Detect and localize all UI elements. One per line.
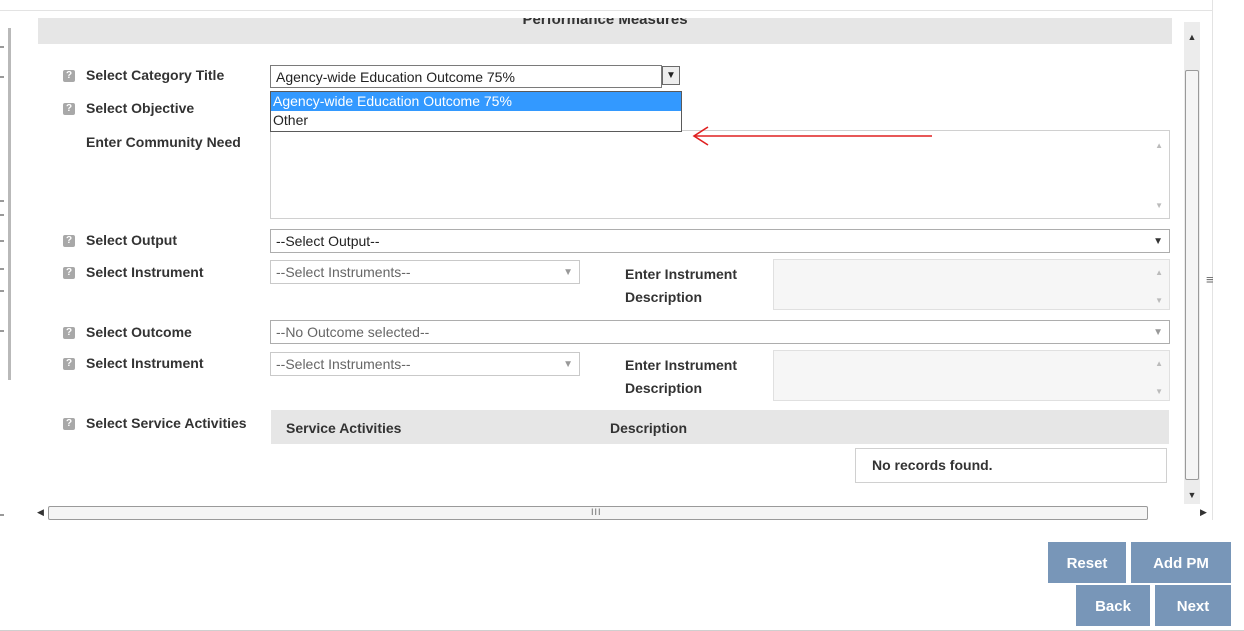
frame-top-border [0,10,1212,11]
chevron-down-icon[interactable]: ▼ [662,66,680,85]
section-title: Performance Measures [522,18,688,28]
output-value: --Select Output-- [276,233,380,249]
column-header[interactable]: Service Activities [286,420,401,436]
category-title-value: Agency-wide Education Outcome 75% [276,69,515,85]
chevron-down-icon: ▼ [1153,327,1163,338]
scroll-up-icon: ▲ [1155,141,1163,150]
category-title-dropdown-list: Agency-wide Education Outcome 75% Other [270,91,682,132]
instrument-value: --Select Instruments-- [276,264,411,280]
scroll-grip-icon[interactable]: ≡ [1206,272,1214,287]
help-icon[interactable]: ? [63,418,75,430]
service-activities-grid-header: Service Activities Description [271,410,1169,444]
scroll-left-icon[interactable]: ◀ [37,507,44,518]
community-need-label: Enter Community Need [86,134,241,150]
help-icon[interactable]: ? [63,70,75,82]
annotation-arrow-icon [692,126,932,146]
scroll-down-icon: ▼ [1155,296,1163,305]
next-button[interactable]: Next [1155,585,1231,626]
instrument-value: --Select Instruments-- [276,356,411,372]
help-icon[interactable]: ? [63,327,75,339]
scroll-down-icon: ▼ [1155,201,1163,210]
scroll-up-icon: ▲ [1155,268,1163,277]
chevron-down-icon: ▼ [563,267,573,278]
objective-label: Select Objective [86,100,195,116]
help-icon[interactable]: ? [63,358,75,370]
instrument-label: Select Instrument [86,355,204,371]
scroll-right-icon[interactable]: ▶ [1200,507,1207,518]
instrument-select[interactable]: --Select Instruments-- ▼ [270,352,580,376]
help-icon[interactable]: ? [63,103,75,115]
scroll-down-icon: ▼ [1155,387,1163,396]
vertical-scrollbar-thumb[interactable] [1185,70,1199,480]
scroll-up-icon[interactable]: ▲ [1186,32,1198,42]
outcome-label: Select Outcome [86,324,192,340]
reset-button[interactable]: Reset [1048,542,1126,583]
outcome-select[interactable]: --No Outcome selected-- ▼ [270,320,1170,344]
instrument-description-label: Enter Instrument Description [625,266,738,305]
help-icon[interactable]: ? [63,267,75,279]
scroll-up-icon: ▲ [1155,359,1163,368]
instrument-select[interactable]: --Select Instruments-- ▼ [270,260,580,284]
scroll-grip-icon[interactable]: III [591,507,602,517]
category-title-label: Select Category Title [86,67,225,83]
back-button[interactable]: Back [1076,585,1150,626]
instrument-description-textarea[interactable]: ▲ ▼ [773,259,1170,310]
section-header: Performance Measures [38,18,1172,44]
instrument-description-label: Enter Instrument Description [625,357,738,396]
chevron-down-icon: ▼ [563,359,573,370]
outcome-value: --No Outcome selected-- [276,324,430,340]
frame-right-border [1212,0,1213,520]
help-icon[interactable]: ? [63,235,75,247]
left-edge-scrollbar [0,28,12,528]
output-label: Select Output [86,232,178,248]
dropdown-option[interactable]: Other [271,111,681,130]
category-title-select[interactable]: Agency-wide Education Outcome 75% [270,65,662,88]
chevron-down-icon: ▼ [1153,236,1163,247]
empty-message: No records found. [855,448,1167,483]
instrument-label: Select Instrument [86,264,204,280]
dropdown-option[interactable]: Agency-wide Education Outcome 75% [271,92,681,111]
scroll-down-icon[interactable]: ▼ [1186,490,1198,500]
add-pm-button[interactable]: Add PM [1131,542,1231,583]
output-select[interactable]: --Select Output-- ▼ [270,229,1170,253]
column-header[interactable]: Description [610,420,687,436]
instrument-description-textarea[interactable]: ▲ ▼ [773,350,1170,401]
service-activities-label: Select Service Activities [86,415,247,431]
